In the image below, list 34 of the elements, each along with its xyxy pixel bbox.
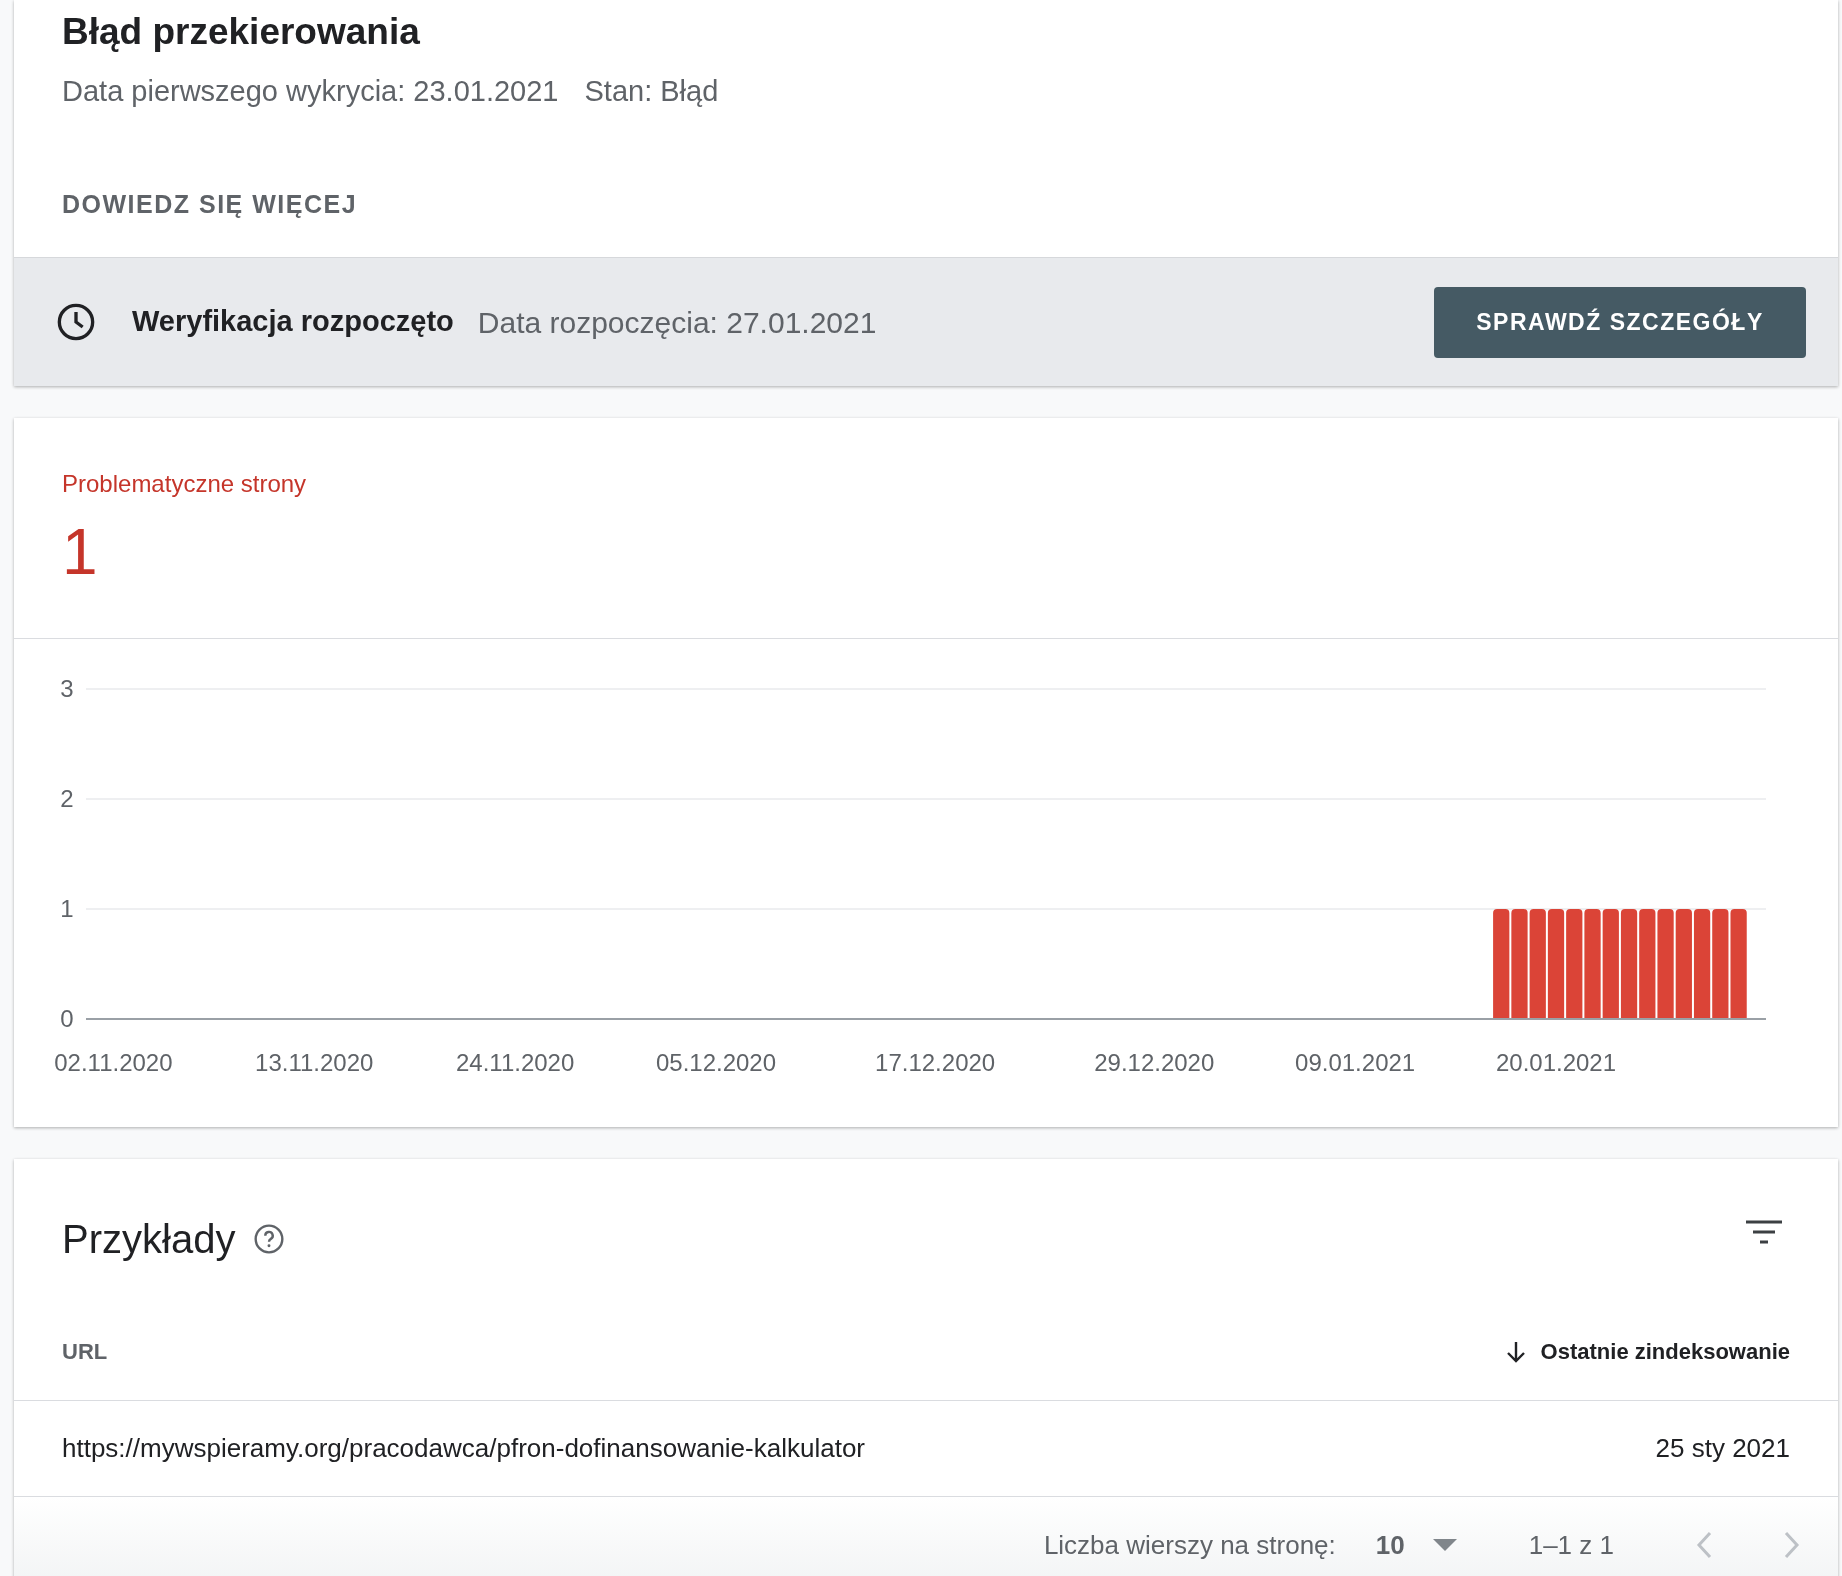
y-axis-label: 3 xyxy=(60,675,74,702)
y-axis-label: 2 xyxy=(60,785,74,812)
see-details-button[interactable]: SPRAWDŹ SZCZEGÓŁY xyxy=(1434,286,1806,358)
x-axis-label: 20.01.2021 xyxy=(1495,1049,1617,1076)
learn-more-link[interactable]: DOWIEDZ SIĘ WIĘCEJ xyxy=(62,185,358,223)
x-axis-label: 09.01.2021 xyxy=(1295,1049,1416,1076)
section-title: Przykłady xyxy=(62,1216,236,1263)
y-axis-label: 1 xyxy=(60,895,74,922)
metric-label: Problematyczne strony xyxy=(62,469,307,499)
first-detected-date: Data pierwszego wykrycia: 23.01.2021 xyxy=(62,74,559,109)
caret-icon xyxy=(1432,1539,1457,1551)
x-axis-label: 29.12.2020 xyxy=(1094,1049,1215,1076)
column-header[interactable]: Ostatnie zindeksowanie xyxy=(1504,1335,1790,1368)
rows-per-page-dropdown[interactable]: 10 xyxy=(1375,1525,1457,1565)
x-axis-label: 13.11.2020 xyxy=(255,1049,374,1076)
x-axis-label: 02.11.2020 xyxy=(54,1049,173,1076)
sort-arrow-icon xyxy=(1504,1339,1527,1364)
rows-per-page-label: Liczba wierszy na stronę: xyxy=(1043,1528,1336,1562)
help-icon[interactable] xyxy=(253,1223,286,1255)
issue-state: Stan: Błąd xyxy=(584,74,719,109)
x-axis-label: 17.12.2020 xyxy=(875,1049,996,1076)
metric-count: 1 xyxy=(62,515,98,590)
date-cell-text: 25 sty 2021 xyxy=(1655,1432,1790,1465)
page-range: 1–1 z 1 xyxy=(1528,1528,1614,1562)
x-axis-label: 05.12.2020 xyxy=(655,1049,777,1076)
validation-status: Weryfikacja rozpoczęto xyxy=(132,304,454,340)
validation-start-date: Data rozpoczęcia: 27.01.2021 xyxy=(477,304,877,341)
filter-icon[interactable] xyxy=(1746,1219,1782,1247)
url-cell-text: https://mywspieramy.org/pracodawca/pfron-dofinansowanie-kalkulator xyxy=(62,1432,865,1465)
y-axis-label: 0 xyxy=(60,1005,74,1032)
clock-icon xyxy=(56,302,96,342)
column-header[interactable]: URL xyxy=(62,1335,108,1368)
page-title: Błąd przekierowania xyxy=(62,10,421,54)
x-axis-label: 24.11.2020 xyxy=(455,1049,575,1076)
